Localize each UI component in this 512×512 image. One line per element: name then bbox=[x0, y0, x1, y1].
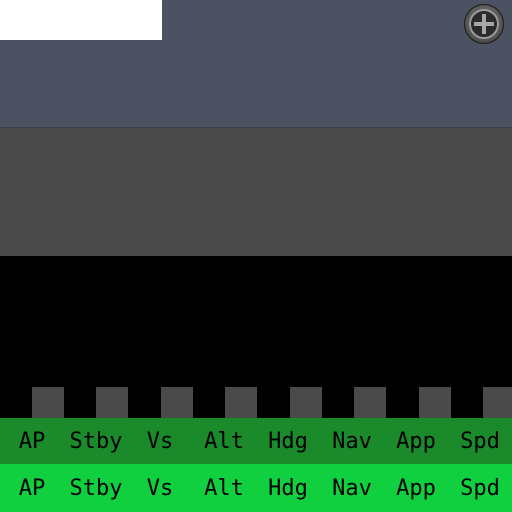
indicator-vs bbox=[161, 387, 193, 418]
indicator-spd bbox=[483, 387, 512, 418]
spd-button[interactable]: Spd bbox=[448, 418, 512, 464]
indicator-nav bbox=[354, 387, 386, 418]
alt-button[interactable]: Alt bbox=[192, 418, 256, 464]
nav-button-secondary[interactable]: Nav bbox=[320, 464, 384, 512]
app-button[interactable]: App bbox=[384, 418, 448, 464]
indicator-ap bbox=[32, 387, 64, 418]
indicator-app bbox=[419, 387, 451, 418]
zoom-knob-button[interactable] bbox=[464, 4, 504, 44]
middle-panel bbox=[0, 128, 512, 256]
stby-button[interactable]: Stby bbox=[64, 418, 128, 464]
blank-display bbox=[0, 0, 162, 40]
vs-button-secondary[interactable]: Vs bbox=[128, 464, 192, 512]
app-button-secondary[interactable]: App bbox=[384, 464, 448, 512]
autopilot-button-row-1: AP Stby Vs Alt Hdg Nav App Spd bbox=[0, 418, 512, 464]
indicator-stby bbox=[96, 387, 128, 418]
nav-button[interactable]: Nav bbox=[320, 418, 384, 464]
hdg-button[interactable]: Hdg bbox=[256, 418, 320, 464]
hdg-button-secondary[interactable]: Hdg bbox=[256, 464, 320, 512]
vs-button[interactable]: Vs bbox=[128, 418, 192, 464]
autopilot-button-row-2: AP Stby Vs Alt Hdg Nav App Spd bbox=[0, 464, 512, 512]
stby-button-secondary[interactable]: Stby bbox=[64, 464, 128, 512]
indicator-hdg bbox=[290, 387, 322, 418]
plus-vertical-stroke bbox=[482, 14, 486, 34]
alt-button-secondary[interactable]: Alt bbox=[192, 464, 256, 512]
spd-button-secondary[interactable]: Spd bbox=[448, 464, 512, 512]
ap-button[interactable]: AP bbox=[0, 418, 64, 464]
indicator-alt bbox=[225, 387, 257, 418]
ap-button-secondary[interactable]: AP bbox=[0, 464, 64, 512]
autopilot-panel-view: AP Stby Vs Alt Hdg Nav App Spd AP Stby V… bbox=[0, 0, 512, 512]
